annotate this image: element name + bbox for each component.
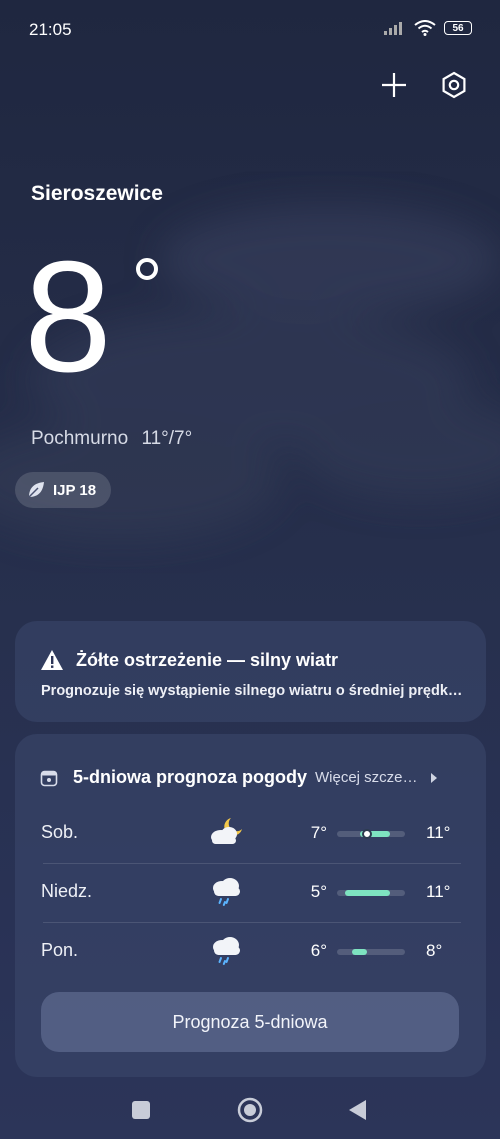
weather-icon-container [209, 816, 245, 848]
low-temp: 7° [310, 823, 327, 842]
warning-icon [41, 650, 63, 670]
high-temp: 8° [426, 941, 443, 960]
status-time: 21:05 [29, 20, 72, 39]
forecast-row[interactable]: Pon. 6° 8° [41, 922, 461, 980]
temperature-range-bar [337, 949, 405, 955]
rain-cloud-icon [213, 937, 240, 965]
battery-indicator: 56 [444, 21, 472, 35]
temperature-range-fill [344, 890, 390, 896]
forecast-row[interactable]: Sob. 7° 11° [41, 804, 461, 862]
forecast-day: Sob. [41, 822, 79, 842]
add-city-button[interactable] [377, 68, 411, 102]
back-triangle-icon [349, 1100, 366, 1120]
settings-button[interactable] [437, 68, 471, 102]
five-day-forecast-button[interactable]: Prognoza 5-dniowa [41, 992, 459, 1052]
status-bar: 21:05 56 [0, 0, 500, 60]
home-button[interactable] [234, 1094, 266, 1126]
partly-cloudy-night-icon [211, 818, 242, 844]
high-temp: 11° [426, 823, 451, 842]
wifi-icon [414, 20, 436, 36]
forecast-row[interactable]: Niedz. 5° 11° [41, 863, 461, 921]
alert-title: Żółte ostrzeżenie — silny wiatr [76, 649, 339, 670]
chevron-right-icon [430, 772, 437, 783]
square-icon [132, 1101, 150, 1119]
city-name: Sieroszewice [31, 182, 163, 205]
forecast-day: Niedz. [41, 881, 93, 901]
navigation-bar [0, 1080, 500, 1139]
forecast-title: 5-dniowa prognoza pogody [73, 767, 307, 787]
back-button[interactable] [342, 1094, 374, 1126]
rain-cloud-icon [213, 878, 240, 906]
low-temp: 5° [310, 882, 327, 901]
signal-icon [384, 22, 402, 35]
forecast-day: Pon. [41, 940, 79, 960]
condition-text: Pochmurno [31, 428, 129, 449]
plus-icon [382, 73, 406, 97]
aqi-label: IJP 18 [53, 481, 97, 499]
weather-alert-card[interactable]: Żółte ostrzeżenie — silny wiatr Prognozu… [15, 621, 486, 722]
current-temperature: 8 [24, 229, 112, 405]
weather-icon-container [209, 934, 245, 966]
temperature-range-bar [337, 829, 405, 839]
weather-icon-container [209, 875, 245, 907]
more-details-link[interactable]: Więcej szczegółów [315, 769, 419, 786]
gear-icon [442, 71, 466, 99]
forecast-card: 5-dniowa prognoza pogody Więcej szczegół… [15, 734, 486, 1077]
temperature-range-bar [337, 890, 405, 896]
forecast-header: 5-dniowa prognoza pogody Więcej szczegół… [40, 767, 466, 788]
high-temp: 11° [426, 882, 451, 901]
current-temp-marker [362, 829, 373, 839]
alert-description: Prognozuje się wystąpienie silnego wiatr… [41, 683, 471, 699]
temperature-range-fill [352, 949, 368, 955]
degree-symbol [136, 258, 158, 280]
high-low-text: 11°/7° [141, 428, 193, 449]
low-temp: 6° [310, 941, 327, 960]
leaf-icon [28, 482, 44, 498]
home-circle-icon [237, 1097, 263, 1123]
aqi-badge[interactable]: IJP 18 [15, 472, 112, 508]
condition-line: Pochmurno 11°/7° [31, 428, 192, 450]
calendar-icon [40, 770, 58, 786]
recent-apps-button[interactable] [125, 1094, 157, 1126]
